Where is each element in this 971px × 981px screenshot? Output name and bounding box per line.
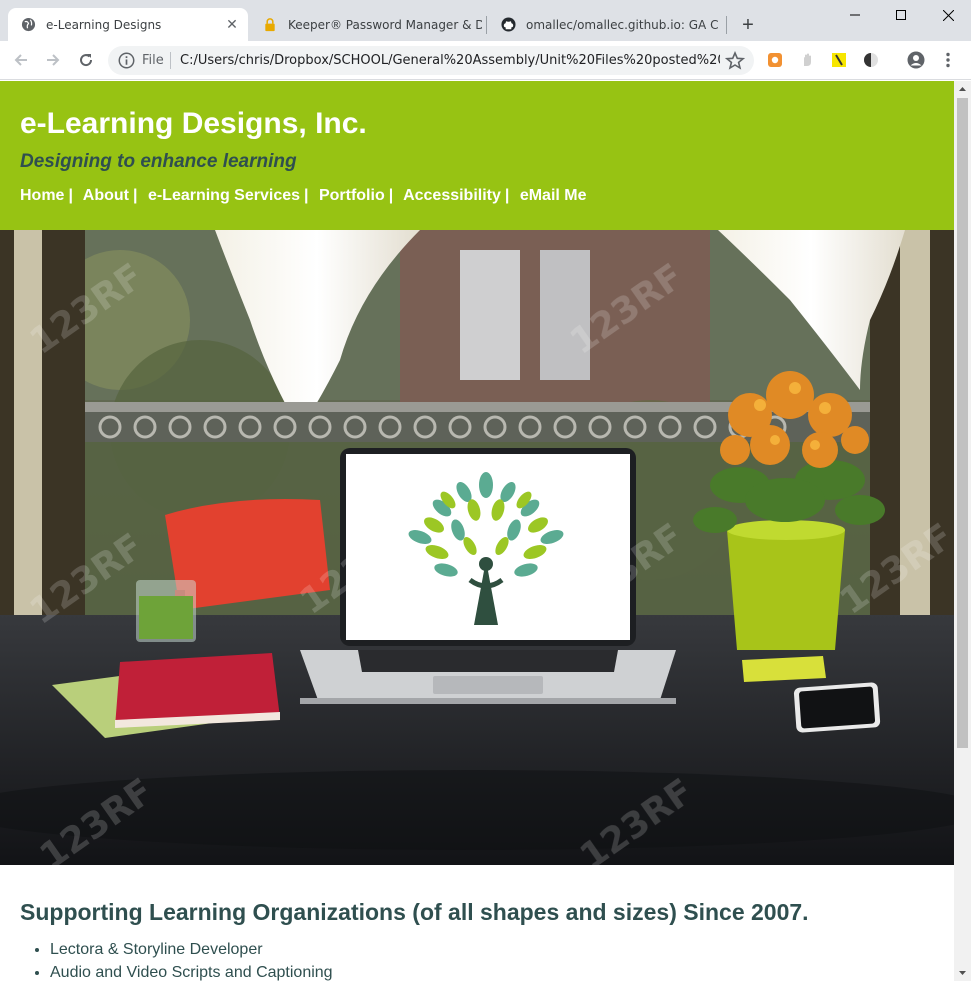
close-icon: [942, 9, 954, 21]
vertical-scrollbar[interactable]: [954, 81, 971, 981]
tab-title: omallec/omallec.github.io: GA Ch: [526, 17, 718, 32]
tab-e-learning-designs[interactable]: e-Learning Designs ✕: [8, 8, 248, 41]
reload-icon: [80, 54, 93, 67]
globe-icon: [20, 17, 36, 33]
menu-kebab-icon[interactable]: [939, 51, 957, 69]
services-list: Lectora & Storyline Developer Audio and …: [20, 941, 934, 981]
url-text[interactable]: C:/Users/chris/Dropbox/SCHOOL/General%20…: [180, 53, 720, 68]
extension-orange-icon[interactable]: [766, 51, 784, 69]
arrow-left-icon: [14, 54, 27, 66]
scrollbar-thumb[interactable]: [957, 98, 968, 748]
tab-title: Keeper® Password Manager & D: [288, 17, 482, 32]
minimize-button[interactable]: [832, 0, 878, 30]
github-icon: [500, 17, 516, 33]
nav-home[interactable]: Home: [20, 187, 64, 204]
forward-button[interactable]: [40, 47, 66, 73]
site-tagline: Designing to enhance learning: [20, 151, 297, 172]
tab-github[interactable]: omallec/omallec.github.io: GA Ch: [488, 8, 718, 41]
new-tab-button[interactable]: +: [736, 13, 760, 37]
maximize-icon: [896, 10, 906, 20]
site-title: e-Learning Designs, Inc.: [20, 107, 367, 140]
nav-accessibility[interactable]: Accessibility: [403, 187, 501, 204]
nav-separator: |: [388, 187, 394, 204]
nav-portfolio[interactable]: Portfolio: [319, 187, 385, 204]
nav-separator: |: [504, 187, 510, 204]
nav-separator: |: [304, 187, 309, 204]
list-item: Audio and Video Scripts and Captioning: [50, 964, 934, 981]
reload-button[interactable]: [73, 47, 99, 73]
scroll-down-icon[interactable]: [954, 964, 971, 981]
extension-yellow-icon[interactable]: [830, 51, 848, 69]
list-item: Lectora & Storyline Developer: [50, 941, 934, 959]
main-content: Supporting Learning Organizations (of al…: [0, 865, 954, 981]
tab-keeper[interactable]: Keeper® Password Manager & D: [250, 8, 482, 41]
nav-separator: |: [133, 187, 138, 204]
minimize-icon: [850, 14, 860, 16]
page-viewport: e-Learning Designs, Inc. Designing to en…: [0, 81, 954, 981]
omnibox-divider: [170, 52, 171, 69]
main-nav: Home | About | e-Learning Services | Portfo…: [20, 187, 934, 205]
lock-icon: [262, 17, 278, 33]
browser-toolbar: File C:/Users/chris/Dropbox/SCHOOL/Gener…: [0, 41, 971, 80]
nav-elearning-services[interactable]: e-Learning Services: [148, 187, 300, 204]
address-bar[interactable]: File C:/Users/chris/Dropbox/SCHOOL/Gener…: [108, 46, 754, 75]
tab-title: e-Learning Designs: [46, 17, 162, 32]
nav-email-me[interactable]: eMail Me: [520, 187, 587, 204]
maximize-button[interactable]: [878, 0, 924, 30]
site-header: e-Learning Designs, Inc. Designing to en…: [0, 81, 954, 230]
nav-separator: |: [68, 187, 73, 204]
extension-contrast-icon[interactable]: [862, 51, 880, 69]
tab-separator: [486, 16, 487, 34]
tab-strip: e-Learning Designs ✕ Keeper® Password Ma…: [0, 0, 971, 41]
info-icon[interactable]: [118, 52, 135, 69]
section-heading: Supporting Learning Organizations (of al…: [20, 899, 809, 925]
scheme-label: File: [142, 53, 164, 68]
arrow-right-icon: [47, 54, 60, 66]
back-button[interactable]: [8, 47, 34, 73]
tab-close-icon[interactable]: ✕: [224, 17, 240, 33]
extension-hand-icon[interactable]: [798, 51, 816, 69]
close-window-button[interactable]: [925, 0, 971, 30]
scroll-up-icon[interactable]: [954, 81, 971, 98]
profile-avatar-icon[interactable]: [907, 51, 925, 69]
hero-image: 123RF 123RF 123RF 123RF 123RF 123RF 123R…: [0, 230, 954, 865]
star-icon[interactable]: [725, 51, 745, 71]
nav-about[interactable]: About: [83, 187, 129, 204]
tab-separator: [726, 16, 727, 34]
